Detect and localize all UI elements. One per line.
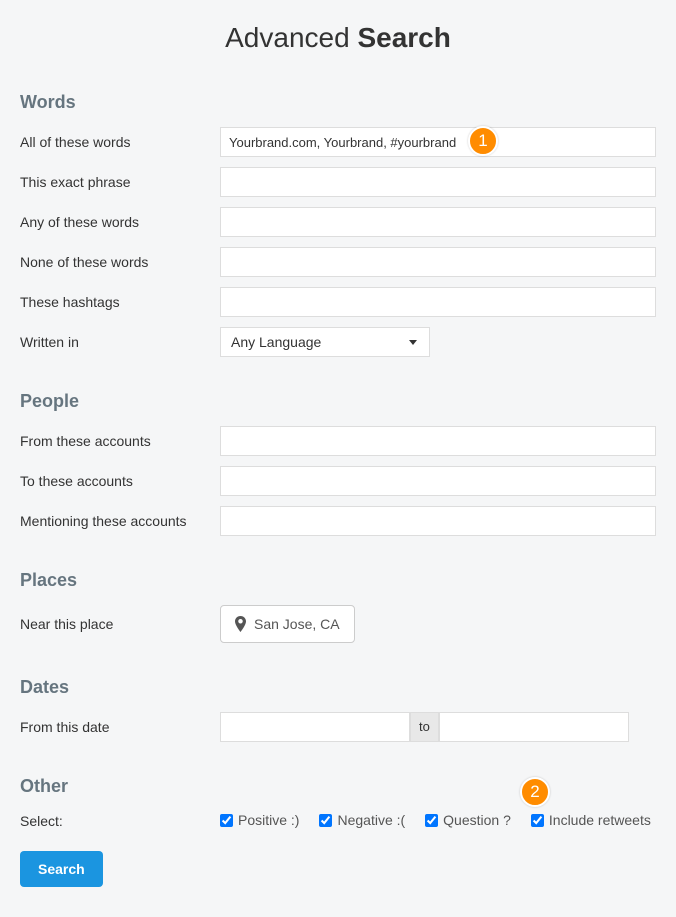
section-people: People [20, 391, 656, 412]
negative-check[interactable]: Negative :( [319, 812, 405, 828]
chevron-down-icon [409, 340, 417, 345]
all-words-label: All of these words [20, 134, 220, 150]
date-to-text: to [410, 712, 439, 742]
section-places: Places [20, 570, 656, 591]
exact-phrase-label: This exact phrase [20, 174, 220, 190]
other-select-label: Select: [20, 811, 220, 829]
negative-checkbox[interactable] [319, 814, 332, 827]
page-title: Advanced Search [20, 0, 656, 82]
retweets-checkbox[interactable] [531, 814, 544, 827]
search-button[interactable]: Search [20, 851, 103, 887]
near-place-label: Near this place [20, 616, 220, 632]
from-accounts-input[interactable] [220, 426, 656, 456]
section-words: Words [20, 92, 656, 113]
annotation-badge-2: 2 [520, 777, 550, 807]
mention-accounts-label: Mentioning these accounts [20, 513, 220, 529]
all-words-input[interactable] [220, 127, 656, 157]
to-date-input[interactable] [439, 712, 629, 742]
positive-label: Positive :) [238, 812, 299, 828]
none-words-input[interactable] [220, 247, 656, 277]
section-dates: Dates [20, 677, 656, 698]
hashtags-label: These hashtags [20, 294, 220, 310]
near-place-button[interactable]: San Jose, CA [220, 605, 355, 643]
near-place-value: San Jose, CA [254, 616, 340, 632]
exact-phrase-input[interactable] [220, 167, 656, 197]
title-bold: Search [357, 22, 450, 53]
from-accounts-label: From these accounts [20, 433, 220, 449]
any-words-label: Any of these words [20, 214, 220, 230]
retweets-label: Include retweets [549, 812, 651, 828]
title-prefix: Advanced [225, 22, 357, 53]
language-value: Any Language [221, 328, 429, 356]
annotation-badge-1: 1 [468, 126, 498, 156]
language-label: Written in [20, 334, 220, 350]
question-checkbox[interactable] [425, 814, 438, 827]
any-words-input[interactable] [220, 207, 656, 237]
positive-checkbox[interactable] [220, 814, 233, 827]
question-check[interactable]: Question ? [425, 812, 511, 828]
mention-accounts-input[interactable] [220, 506, 656, 536]
map-pin-icon [235, 616, 246, 632]
from-date-label: From this date [20, 719, 220, 735]
to-accounts-label: To these accounts [20, 473, 220, 489]
section-other: Other [20, 776, 656, 797]
question-label: Question ? [443, 812, 511, 828]
retweets-check[interactable]: Include retweets [531, 812, 651, 828]
none-words-label: None of these words [20, 254, 220, 270]
negative-label: Negative :( [337, 812, 405, 828]
to-accounts-input[interactable] [220, 466, 656, 496]
from-date-input[interactable] [220, 712, 410, 742]
language-select[interactable]: Any Language [220, 327, 430, 357]
positive-check[interactable]: Positive :) [220, 812, 299, 828]
hashtags-input[interactable] [220, 287, 656, 317]
